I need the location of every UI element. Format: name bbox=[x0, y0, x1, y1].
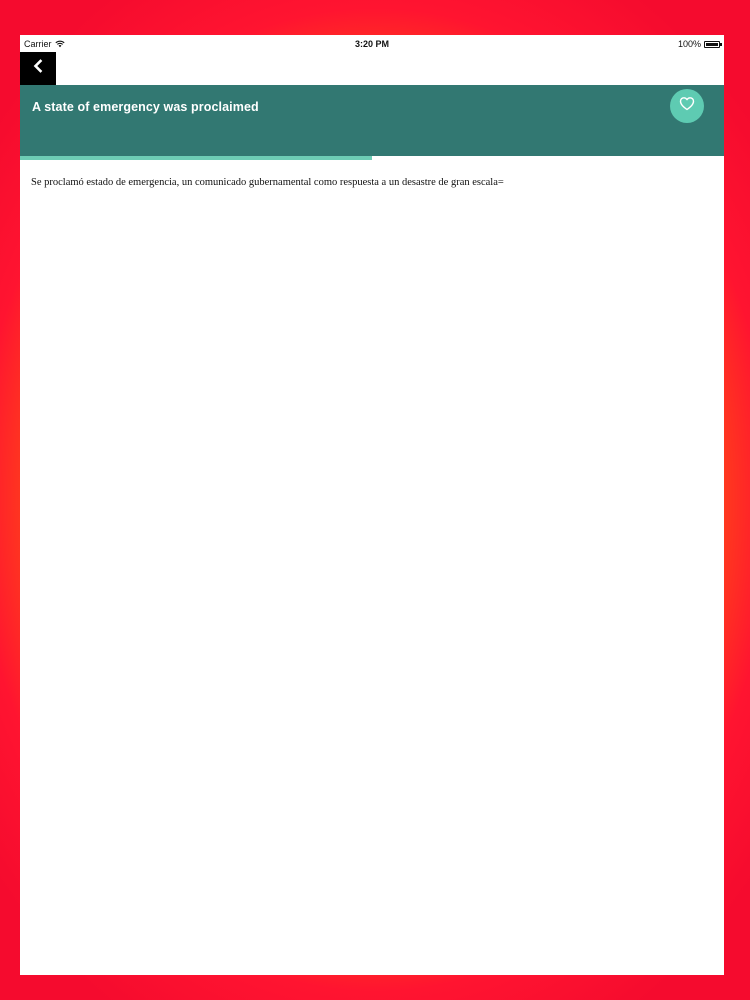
page-title: A state of emergency was proclaimed bbox=[32, 100, 259, 114]
chevron-left-icon bbox=[32, 59, 44, 78]
nav-bar bbox=[20, 52, 724, 85]
battery-icon bbox=[704, 40, 722, 48]
progress-fill bbox=[20, 156, 372, 160]
heart-outline-icon bbox=[679, 96, 695, 116]
article-header: A state of emergency was proclaimed bbox=[20, 85, 724, 156]
status-bar: Carrier 3:20 PM 100% bbox=[20, 35, 724, 52]
battery-percent: 100% bbox=[677, 39, 701, 49]
battery-group: 100% bbox=[677, 39, 722, 49]
back-button[interactable] bbox=[20, 52, 56, 85]
progress-bar bbox=[20, 156, 724, 160]
article-body: Se proclamó estado de emergencia, un com… bbox=[31, 177, 504, 188]
device-screen: Carrier 3:20 PM 100% A state of emergenc… bbox=[20, 35, 724, 975]
status-time: 3:20 PM bbox=[354, 39, 389, 49]
favorite-button[interactable] bbox=[670, 89, 704, 123]
